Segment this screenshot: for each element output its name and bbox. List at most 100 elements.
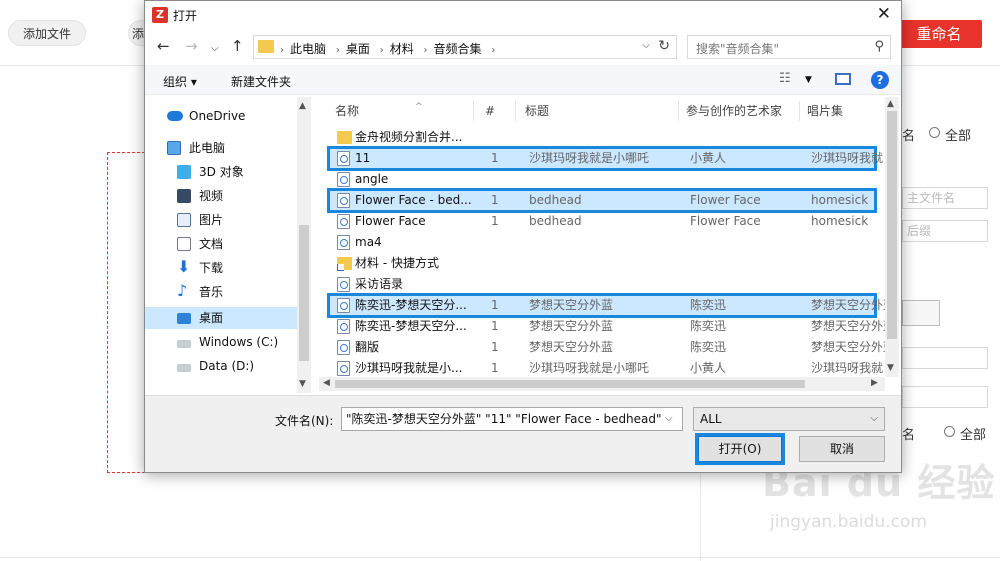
nav-item-videos[interactable]: 视频 <box>145 185 297 207</box>
nav-item-downloads[interactable]: ⬇ 下载 <box>145 257 297 279</box>
scroll-right-icon[interactable]: ▶ <box>871 378 878 388</box>
nav-item-desktop[interactable]: 桌面 <box>145 307 297 329</box>
nav-scrollbar[interactable]: ▲ ▼ <box>297 97 310 393</box>
file-row[interactable]: 采访语录 <box>329 274 875 295</box>
back-arrow-icon[interactable]: ← <box>157 38 170 54</box>
column-divider[interactable] <box>678 101 679 121</box>
panel-button[interactable] <box>902 300 940 326</box>
column-header-artist[interactable]: 参与创作的艺术家 <box>686 97 782 125</box>
search-input[interactable]: 搜索"音频合集" ⚲ <box>687 35 891 59</box>
open-button[interactable]: 打开(O) <box>695 433 785 465</box>
nav-item-drive-d[interactable]: Data (D:) <box>145 355 297 377</box>
column-header-track[interactable]: # <box>485 97 495 125</box>
track-number: 1 <box>491 193 499 207</box>
panel-input-3[interactable] <box>902 347 988 369</box>
track-album: 梦想天空分外蓝 <box>811 298 889 312</box>
scroll-up-icon[interactable]: ▲ <box>887 99 894 109</box>
nav-item-documents[interactable]: 文档 <box>145 233 297 255</box>
audio-file-icon <box>337 298 350 313</box>
track-number: 1 <box>491 214 499 228</box>
add-file-button[interactable]: 添加文件 <box>8 20 86 46</box>
radio-all-1[interactable] <box>929 127 940 138</box>
file-row[interactable]: 金舟视频分割合并... <box>329 127 875 148</box>
main-filename-input[interactable]: 主文件名 <box>902 187 988 209</box>
scroll-down-icon[interactable]: ▼ <box>299 379 306 389</box>
nav-item-drive-c[interactable]: Windows (C:) <box>145 331 297 353</box>
filename-dropdown-icon[interactable]: ⌵ <box>665 413 673 424</box>
scroll-left-icon[interactable]: ◀ <box>323 378 330 388</box>
address-bar[interactable]: › 此电脑 › 桌面 › 材料 › 音频合集 › ⌵ ↻ <box>253 35 677 59</box>
preview-pane-icon[interactable] <box>835 73 851 85</box>
recent-dropdown-icon[interactable]: ⌵ <box>211 41 219 57</box>
drive-d-icon <box>177 364 191 372</box>
navigation-pane: OneDrive 此电脑 3D 对象 视频 图片 文档 ⬇ 下载 ♪ 音乐 桌面… <box>145 97 311 393</box>
breadcrumb-item[interactable]: 此电脑 <box>290 42 326 56</box>
track-album: homesick <box>811 214 869 228</box>
hscroll-thumb[interactable] <box>335 380 805 388</box>
view-options-icon[interactable]: ☷ <box>779 71 791 86</box>
download-icon: ⬇ <box>177 257 191 276</box>
suffix-input[interactable]: 后缀 <box>902 220 988 242</box>
file-name: 材料 - 快捷方式 <box>355 256 439 270</box>
chevron-down-icon[interactable]: ⌵ <box>870 408 878 430</box>
file-row[interactable]: 翻版 1 梦想天空分外蓝 陈奕迅 梦想天空分外蓝 <box>329 337 889 358</box>
nav-item-pictures[interactable]: 图片 <box>145 209 297 231</box>
file-row[interactable]: 沙琪玛呀我就是小... 1 沙琪玛呀我就是小哪吒 小黄人 沙琪玛呀我就 <box>329 358 883 379</box>
option-name-label: 名 <box>902 129 916 144</box>
nav-label: OneDrive <box>189 109 246 123</box>
nav-label: 3D 对象 <box>199 165 244 179</box>
refresh-icon[interactable]: ↻ <box>658 38 670 54</box>
rename-button[interactable]: 重命名 <box>896 20 982 48</box>
file-list-vscrollbar[interactable]: ▲ ▼ <box>885 97 899 377</box>
column-divider[interactable] <box>473 101 474 121</box>
scroll-down-icon[interactable]: ▼ <box>887 363 894 373</box>
dialog-titlebar[interactable]: Z 打开 ✕ <box>145 1 901 29</box>
panel-input-4[interactable] <box>902 386 988 408</box>
chevron-down-icon[interactable]: ⌵ <box>642 40 650 51</box>
breadcrumb: › 此电脑 › 桌面 › 材料 › 音频合集 › <box>280 42 496 56</box>
help-icon[interactable]: ? <box>871 71 889 89</box>
breadcrumb-item[interactable]: 音频合集 <box>434 42 482 56</box>
search-icon[interactable]: ⚲ <box>874 39 884 54</box>
new-folder-button[interactable]: 新建文件夹 <box>231 73 291 90</box>
close-icon[interactable]: ✕ <box>877 5 891 23</box>
column-header-name[interactable]: 名称 ^ <box>335 97 423 125</box>
breadcrumb-item[interactable]: 桌面 <box>346 42 370 56</box>
organize-button[interactable]: 组织 ▾ <box>163 73 197 90</box>
music-icon: ♪ <box>177 281 188 300</box>
file-row[interactable]: Flower Face - bed... 1 bedhead Flower Face h… <box>327 188 877 213</box>
file-row[interactable]: 陈奕迅-梦想天空分... 1 梦想天空分外蓝 陈奕迅 梦想天空分外蓝 <box>327 293 889 318</box>
scroll-up-icon[interactable]: ▲ <box>299 101 306 111</box>
forward-arrow-icon[interactable]: → <box>185 38 198 54</box>
cancel-button[interactable]: 取消 <box>799 436 885 462</box>
track-album: 梦想天空分外蓝 <box>811 340 889 354</box>
column-divider[interactable] <box>799 101 800 121</box>
file-row[interactable]: ma4 <box>329 232 875 253</box>
radio-all-2[interactable] <box>944 426 955 437</box>
nav-scroll-thumb[interactable] <box>299 225 309 361</box>
track-artist: 小黄人 <box>690 361 727 375</box>
column-header-album[interactable]: 唱片集 <box>807 97 843 125</box>
column-header-title[interactable]: 标题 <box>525 97 549 125</box>
file-list-hscrollbar[interactable]: ◀ ▶ <box>319 377 885 391</box>
option-name-label-2: 名 <box>902 428 916 443</box>
file-row[interactable]: 材料 - 快捷方式 <box>329 253 875 274</box>
file-row[interactable]: angle <box>329 169 875 190</box>
view-dropdown-icon[interactable]: ▼ <box>805 75 812 85</box>
breadcrumb-item[interactable]: 材料 <box>390 42 414 56</box>
nav-item-onedrive[interactable]: OneDrive <box>145 105 297 127</box>
track-title: bedhead <box>529 214 582 228</box>
filetype-select[interactable]: ALL ⌵ <box>693 407 885 431</box>
nav-item-music[interactable]: ♪ 音乐 <box>145 281 297 303</box>
document-icon <box>177 237 191 251</box>
file-row[interactable]: 11 1 沙琪玛呀我就是小哪吒 小黄人 沙琪玛呀我就 <box>327 146 883 171</box>
vscroll-thumb[interactable] <box>887 111 897 339</box>
file-row[interactable]: Flower Face 1 bedhead Flower Face homesick <box>329 211 875 232</box>
file-row[interactable]: 陈奕迅-梦想天空分... 1 梦想天空分外蓝 陈奕迅 梦想天空分外蓝 <box>329 316 889 337</box>
filename-input[interactable]: "陈奕迅-梦想天空分外蓝" "11" "Flower Face - bedhea… <box>341 407 683 431</box>
nav-item-3d-objects[interactable]: 3D 对象 <box>145 161 297 183</box>
nav-item-this-pc[interactable]: 此电脑 <box>145 137 297 159</box>
track-number: 1 <box>491 319 499 333</box>
column-divider[interactable] <box>515 101 516 121</box>
up-arrow-icon[interactable]: ↑ <box>231 38 244 54</box>
